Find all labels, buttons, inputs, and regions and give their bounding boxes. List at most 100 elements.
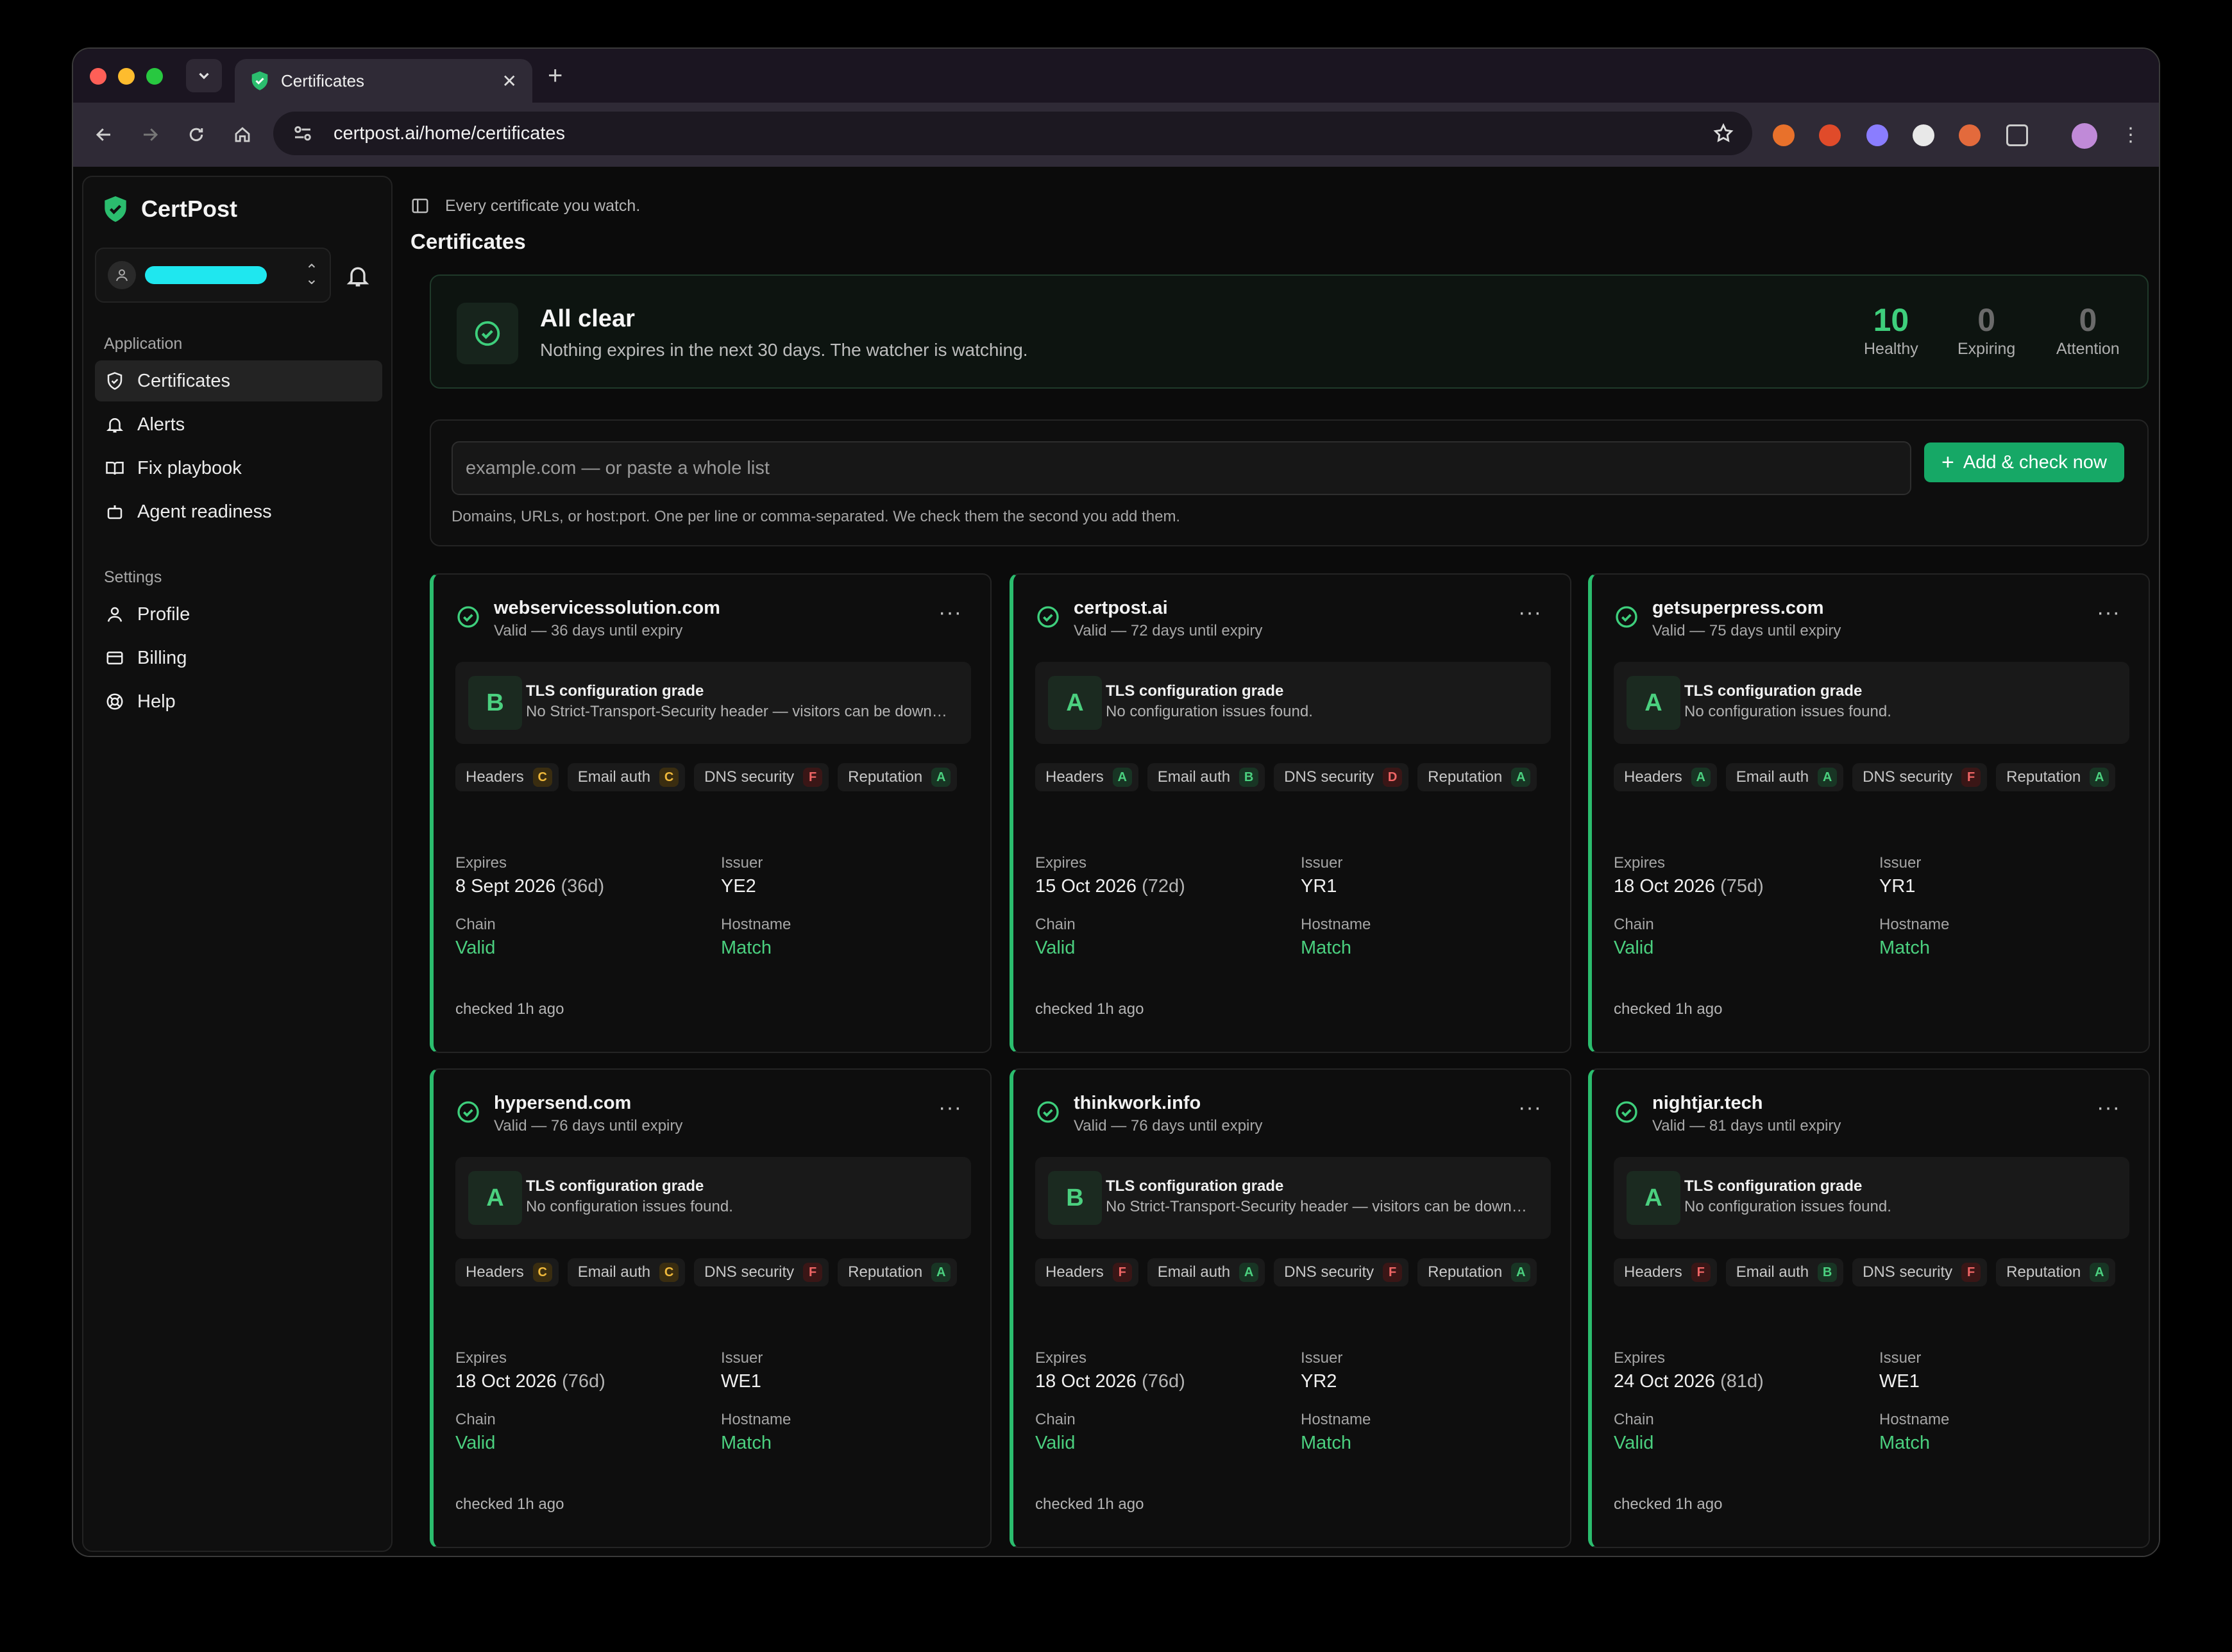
more-options-icon[interactable]: ··· — [1518, 600, 1542, 625]
badge-grade: B — [1239, 768, 1259, 787]
more-options-icon[interactable]: ··· — [1518, 1095, 1542, 1120]
card-domain[interactable]: thinkwork.info — [1074, 1093, 1201, 1114]
badge-grade: F — [1383, 1263, 1403, 1282]
tab-strip: Certificates ✕ + — [73, 49, 2159, 103]
extension-sparkle-icon[interactable] — [1959, 124, 1981, 146]
close-window-button[interactable] — [90, 68, 106, 85]
stat-label: Healthy — [1864, 340, 1918, 358]
tab-search-button[interactable] — [186, 59, 222, 92]
address-bar[interactable]: certpost.ai/home/certificates — [273, 112, 1752, 155]
hostname-label: Hostname — [1301, 1411, 1371, 1428]
tls-grade-title: TLS configuration grade — [1684, 1177, 1863, 1195]
tls-grade-letter: A — [1048, 676, 1102, 730]
domains-input[interactable] — [452, 441, 1911, 495]
extension-ghost-icon[interactable] — [1866, 124, 1888, 146]
sidebar-item-profile[interactable]: Profile — [95, 594, 382, 635]
site-info-icon[interactable] — [291, 122, 314, 145]
tls-grade-description: No Strict-Transport-Security header — vi… — [526, 703, 956, 720]
expires-label: Expires — [1035, 854, 1087, 872]
home-icon[interactable] — [230, 122, 255, 148]
notifications-bell-icon[interactable] — [345, 263, 371, 289]
chain-value: Valid — [455, 1433, 496, 1453]
stat-label: Expiring — [1957, 340, 2016, 358]
reload-icon[interactable] — [183, 122, 209, 148]
minimize-window-button[interactable] — [118, 68, 135, 85]
more-options-icon[interactable]: ··· — [2097, 1095, 2120, 1120]
checked-time: checked 1h ago — [1035, 1000, 1144, 1018]
back-icon[interactable] — [91, 122, 117, 148]
tls-grade-description: No configuration issues found. — [1684, 1198, 1891, 1215]
issuer-value: YR1 — [1879, 876, 1916, 897]
badge-grade: A — [1511, 1263, 1531, 1282]
badge-grade: F — [803, 768, 823, 787]
extension-metamask-icon[interactable] — [1819, 124, 1841, 146]
more-options-icon[interactable]: ··· — [2097, 600, 2120, 625]
badge-label: DNS security — [704, 768, 795, 786]
expires-value: 18 Oct 2026 (76d) — [1035, 1371, 1185, 1392]
brand[interactable]: CertPost — [103, 195, 237, 223]
sidebar-item-label: Agent readiness — [137, 501, 272, 522]
tab-close-icon[interactable]: ✕ — [502, 71, 517, 92]
sidebar-item-agent-readiness[interactable]: Agent readiness — [95, 491, 382, 532]
tls-grade-panel: A TLS configuration grade No configurati… — [1035, 662, 1551, 744]
certificate-card[interactable]: certpost.ai Valid — 72 days until expiry… — [1010, 573, 1571, 1053]
new-tab-button[interactable]: + — [548, 63, 562, 88]
expires-label: Expires — [1035, 1349, 1087, 1367]
expires-date: 15 Oct 2026 — [1035, 876, 1137, 897]
browser-window: Certificates ✕ + certpost.ai/home/certif… — [72, 47, 2160, 1557]
maximize-window-button[interactable] — [146, 68, 163, 85]
badge-dns-security: DNS security F — [694, 1258, 829, 1286]
certificate-card[interactable]: nightjar.tech Valid — 81 days until expi… — [1588, 1068, 2150, 1548]
card-domain[interactable]: certpost.ai — [1074, 598, 1168, 619]
certificate-card[interactable]: hypersend.com Valid — 76 days until expi… — [430, 1068, 992, 1548]
badge-label: DNS security — [704, 1263, 795, 1281]
more-options-icon[interactable]: ··· — [938, 1095, 962, 1120]
valid-check-icon — [1037, 606, 1059, 628]
badge-label: Headers — [1045, 768, 1104, 786]
sidebar-item-alerts[interactable]: Alerts — [95, 404, 382, 445]
add-check-label: Add & check now — [1963, 451, 2107, 473]
profile-avatar[interactable] — [2072, 123, 2097, 149]
card-domain[interactable]: nightjar.tech — [1652, 1093, 1763, 1114]
browser-menu-icon[interactable]: ⋮ — [2118, 122, 2143, 148]
bookmark-star-icon[interactable] — [1712, 122, 1734, 144]
expires-value: 18 Oct 2026 (75d) — [1614, 876, 1764, 897]
card-domain[interactable]: webservicessolution.com — [494, 598, 720, 619]
extensions-puzzle-icon[interactable] — [2006, 124, 2028, 146]
hostname-label: Hostname — [721, 916, 791, 933]
lifebuoy-icon — [106, 693, 123, 710]
sidebar-item-certificates[interactable]: Certificates — [95, 360, 382, 401]
shield-check-icon — [107, 372, 123, 390]
more-options-icon[interactable]: ··· — [938, 600, 962, 625]
tab-certificates[interactable]: Certificates ✕ — [235, 59, 532, 103]
sidebar-item-label: Certificates — [137, 370, 231, 391]
sidebar-item-fix-playbook[interactable]: Fix playbook — [95, 448, 382, 489]
extension-eye-icon[interactable] — [1913, 124, 1934, 146]
certificate-card[interactable]: thinkwork.info Valid — 76 days until exp… — [1010, 1068, 1571, 1548]
stat-attention: 0 Attention — [2056, 301, 2120, 358]
card-domain[interactable]: getsuperpress.com — [1652, 598, 1824, 619]
add-check-button[interactable]: + Add & check now — [1924, 442, 2124, 482]
sidebar-item-help[interactable]: Help — [95, 681, 382, 722]
badge-email-auth: Email auth A — [1147, 1258, 1265, 1286]
certificate-card[interactable]: webservicessolution.com Valid — 36 days … — [430, 573, 992, 1053]
badge-grade: F — [1691, 1263, 1711, 1282]
sidebar-item-billing[interactable]: Billing — [95, 637, 382, 678]
hostname-label: Hostname — [721, 1411, 791, 1428]
grade-badges: Headers A Email auth B DNS security D Reput… — [1035, 763, 1551, 791]
badge-label: Headers — [1045, 1263, 1104, 1281]
status-banner: All clear Nothing expires in the next 30… — [430, 274, 2149, 389]
chain-label: Chain — [1614, 916, 1654, 933]
grade-badges: Headers A Email auth A DNS security F Reput… — [1614, 763, 2129, 791]
badge-grade: C — [659, 768, 679, 787]
card-domain[interactable]: hypersend.com — [494, 1093, 631, 1114]
extension-brave-icon[interactable] — [1773, 124, 1795, 146]
certificate-card[interactable]: getsuperpress.com Valid — 75 days until … — [1588, 573, 2150, 1053]
sidebar-toggle-icon[interactable] — [410, 196, 430, 215]
badge-label: Email auth — [577, 1263, 651, 1281]
badge-headers: Headers F — [1614, 1258, 1717, 1286]
badge-label: Email auth — [1736, 768, 1809, 786]
forward-icon[interactable] — [137, 122, 163, 148]
brand-name: CertPost — [141, 196, 238, 222]
account-switcher[interactable]: ⌃ ⌄ — [95, 248, 331, 303]
